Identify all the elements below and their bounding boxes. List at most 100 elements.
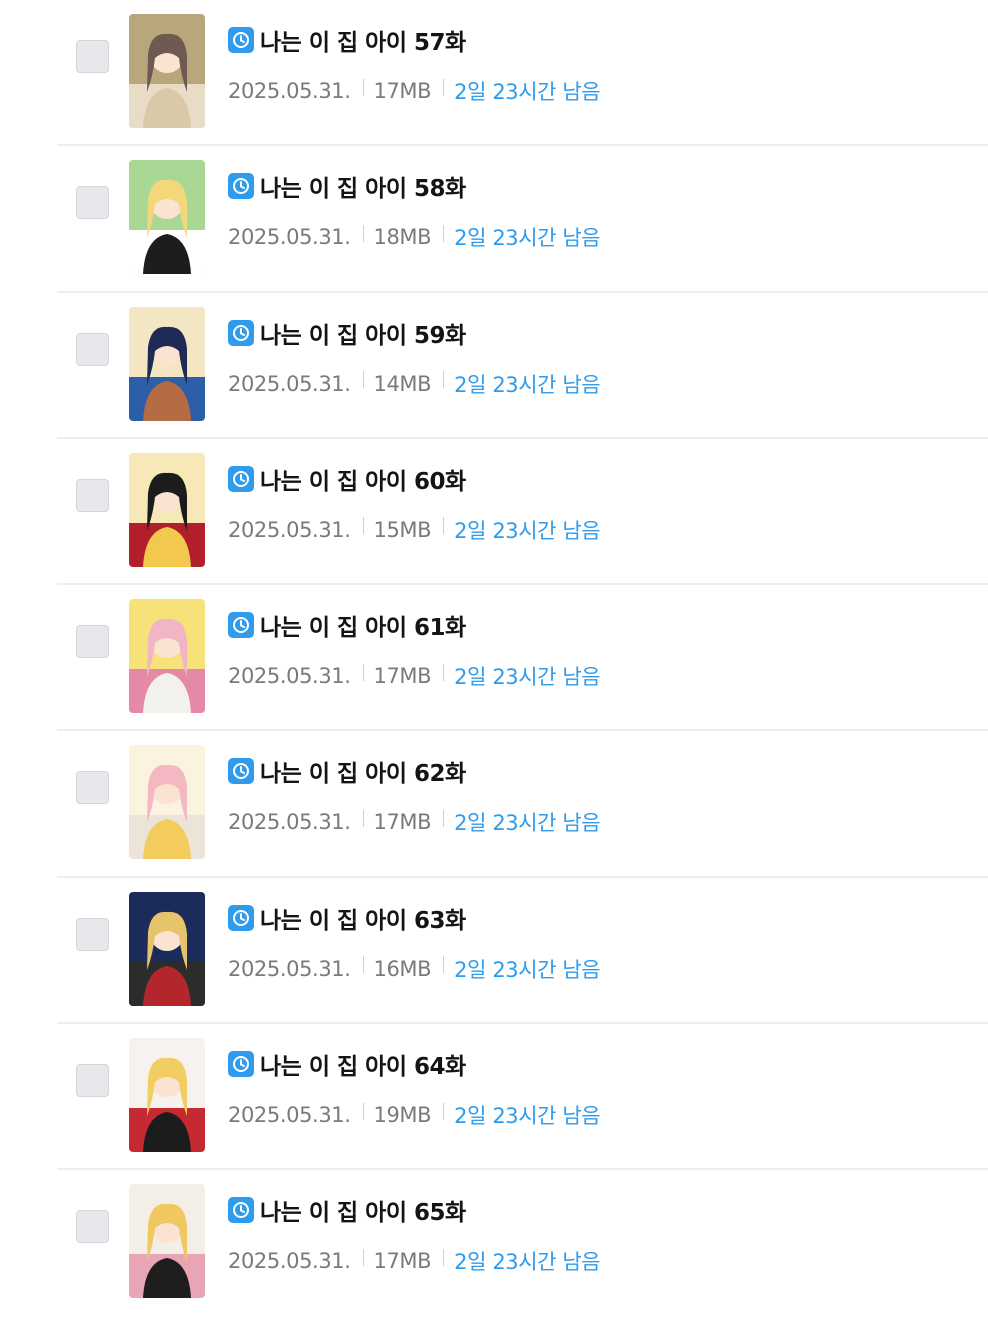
episode-title: 나는 이 집 아이 64화: [260, 1054, 466, 1081]
clock-icon: [228, 904, 254, 931]
clock-icon: [228, 1197, 254, 1224]
episode-thumbnail[interactable]: [129, 1184, 205, 1299]
episode-checkbox[interactable]: [76, 625, 109, 659]
clock-icon: [228, 612, 254, 639]
episode-checkbox[interactable]: [76, 1064, 109, 1098]
episode-title: 나는 이 집 아이 62화: [260, 761, 466, 788]
episode-checkbox[interactable]: [76, 40, 109, 73]
meta-divider: [443, 78, 445, 96]
episode-date: 2025.05.31.: [228, 1249, 351, 1274]
episode-title: 나는 이 집 아이 63화: [260, 907, 466, 934]
episode-meta: 2025.05.31. 17MB 2일 23시간 남음: [228, 807, 601, 837]
episode-meta: 2025.05.31. 14MB 2일 23시간 남음: [228, 369, 601, 399]
episode-thumbnail[interactable]: [129, 160, 205, 275]
episode-row[interactable]: 나는 이 집 아이 57화 2025.05.31. 17MB 2일 23시간 남…: [0, 0, 988, 147]
episode-size: 14MB: [373, 371, 432, 396]
clock-icon: [228, 1051, 254, 1078]
clock-icon: [228, 27, 254, 53]
rental-time-remaining: 2일 23시간 남음: [454, 518, 601, 543]
episode-checkbox[interactable]: [76, 478, 109, 512]
episode-date: 2025.05.31.: [228, 1103, 351, 1128]
episode-title-line[interactable]: 나는 이 집 아이 65화: [228, 1194, 466, 1226]
episode-title-line[interactable]: 나는 이 집 아이 58화: [228, 170, 466, 202]
episode-date: 2025.05.31.: [228, 664, 351, 689]
episode-checkbox[interactable]: [76, 332, 109, 366]
thumbnail-image: [129, 452, 205, 567]
episode-meta: 2025.05.31. 15MB 2일 23시간 남음: [228, 515, 601, 545]
episode-thumbnail[interactable]: [129, 891, 205, 1006]
episode-checkbox[interactable]: [76, 186, 109, 220]
episode-checkbox[interactable]: [76, 1210, 109, 1244]
meta-divider: [362, 78, 364, 96]
episode-size: 17MB: [373, 1249, 432, 1274]
episode-size: 17MB: [373, 79, 432, 103]
thumbnail-image: [129, 1038, 205, 1153]
meta-divider: [443, 224, 445, 242]
episode-meta: 2025.05.31. 17MB 2일 23시간 남음: [228, 1246, 601, 1276]
meta-divider: [362, 663, 364, 681]
rental-time-remaining: 2일 23시간 남음: [454, 811, 601, 836]
meta-divider: [362, 809, 364, 827]
episode-row[interactable]: 나는 이 집 아이 60화 2025.05.31. 15MB 2일 23시간 남…: [0, 439, 988, 586]
episode-thumbnail[interactable]: [129, 1038, 205, 1153]
episode-row[interactable]: 나는 이 집 아이 62화 2025.05.31. 17MB 2일 23시간 남…: [0, 731, 988, 879]
episode-size: 19MB: [373, 1103, 432, 1128]
episode-meta: 2025.05.31. 18MB 2일 23시간 남음: [228, 222, 601, 252]
rental-time-remaining: 2일 23시간 남음: [454, 80, 601, 104]
thumbnail-image: [129, 1184, 205, 1299]
clock-icon: [228, 465, 254, 492]
meta-divider: [362, 517, 364, 535]
episode-meta: 2025.05.31. 17MB 2일 23시간 남음: [228, 76, 601, 106]
rental-time-remaining: 2일 23시간 남음: [454, 957, 601, 982]
episode-title: 나는 이 집 아이 65화: [260, 1200, 466, 1227]
episode-thumbnail[interactable]: [129, 306, 205, 421]
episode-row[interactable]: 나는 이 집 아이 65화 2025.05.31. 17MB 2일 23시간 남…: [0, 1170, 988, 1316]
episode-meta: 2025.05.31. 19MB 2일 23시간 남음: [228, 1100, 601, 1130]
meta-divider: [362, 956, 364, 974]
episode-title: 나는 이 집 아이 60화: [260, 468, 466, 495]
thumbnail-image: [129, 306, 205, 421]
episode-title-line[interactable]: 나는 이 집 아이 64화: [228, 1048, 466, 1080]
episode-checkbox[interactable]: [76, 771, 109, 805]
meta-divider: [443, 1248, 445, 1266]
episode-checkbox[interactable]: [76, 917, 109, 951]
meta-divider: [443, 1102, 445, 1120]
thumbnail-image: [129, 891, 205, 1006]
episode-date: 2025.05.31.: [228, 79, 351, 103]
meta-divider: [443, 809, 445, 827]
episode-thumbnail[interactable]: [129, 745, 205, 860]
episode-row[interactable]: 나는 이 집 아이 64화 2025.05.31. 19MB 2일 23시간 남…: [0, 1024, 988, 1171]
rental-time-remaining: 2일 23시간 남음: [454, 1104, 601, 1129]
episode-meta: 2025.05.31. 17MB 2일 23시간 남음: [228, 661, 601, 691]
episode-list: 나는 이 집 아이 57화 2025.05.31. 17MB 2일 23시간 남…: [0, 0, 988, 1317]
meta-divider: [443, 517, 445, 535]
episode-row[interactable]: 나는 이 집 아이 61화 2025.05.31. 17MB 2일 23시간 남…: [0, 585, 988, 732]
episode-title-line[interactable]: 나는 이 집 아이 57화: [228, 24, 466, 56]
episode-title: 나는 이 집 아이 58화: [260, 176, 466, 203]
clock-icon: [228, 758, 254, 785]
meta-divider: [362, 371, 364, 389]
clock-icon: [228, 319, 254, 346]
episode-date: 2025.05.31.: [228, 517, 351, 542]
episode-title-line[interactable]: 나는 이 집 아이 59화: [228, 317, 466, 349]
episode-title-line[interactable]: 나는 이 집 아이 62화: [228, 755, 466, 787]
episode-title: 나는 이 집 아이 59화: [260, 322, 466, 349]
episode-row[interactable]: 나는 이 집 아이 58화 2025.05.31. 18MB 2일 23시간 남…: [0, 146, 988, 293]
episode-date: 2025.05.31.: [228, 810, 351, 835]
episode-title-line[interactable]: 나는 이 집 아이 61화: [228, 609, 466, 641]
clock-icon: [228, 173, 254, 200]
episode-row[interactable]: 나는 이 집 아이 59화 2025.05.31. 14MB 2일 23시간 남…: [0, 293, 988, 440]
episode-meta: 2025.05.31. 16MB 2일 23시간 남음: [228, 954, 601, 984]
episode-thumbnail[interactable]: [129, 14, 205, 128]
episode-title-line[interactable]: 나는 이 집 아이 63화: [228, 902, 466, 934]
rental-time-remaining: 2일 23시간 남음: [454, 226, 601, 251]
rental-time-remaining: 2일 23시간 남음: [454, 372, 601, 397]
episode-thumbnail[interactable]: [129, 599, 205, 714]
thumbnail-image: [129, 745, 205, 860]
episode-size: 16MB: [373, 956, 432, 981]
episode-row[interactable]: 나는 이 집 아이 63화 2025.05.31. 16MB 2일 23시간 남…: [0, 878, 988, 1025]
episode-size: 15MB: [373, 517, 432, 542]
episode-title-line[interactable]: 나는 이 집 아이 60화: [228, 463, 466, 495]
episode-thumbnail[interactable]: [129, 452, 205, 567]
thumbnail-image: [129, 14, 205, 128]
